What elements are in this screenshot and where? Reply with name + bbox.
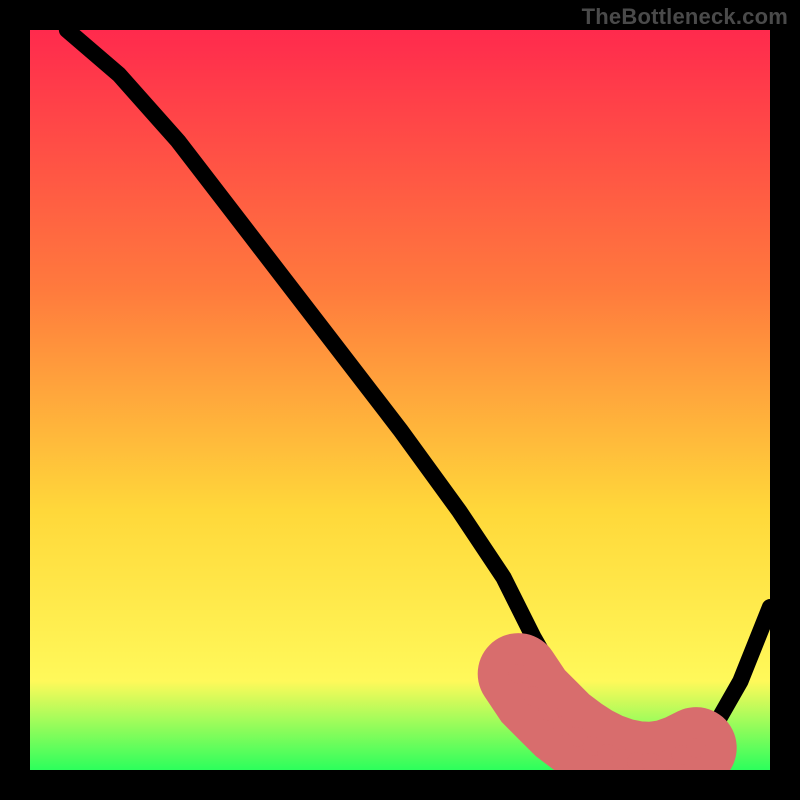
optimal-dots-layer	[30, 30, 770, 770]
optimal-dot	[509, 664, 528, 683]
optimal-dot	[538, 701, 557, 720]
watermark-text: TheBottleneck.com	[582, 4, 788, 30]
chart-stage: TheBottleneck.com	[0, 0, 800, 800]
optimal-dot	[686, 738, 705, 757]
plot-area	[30, 30, 770, 770]
optimal-dot	[524, 686, 543, 705]
